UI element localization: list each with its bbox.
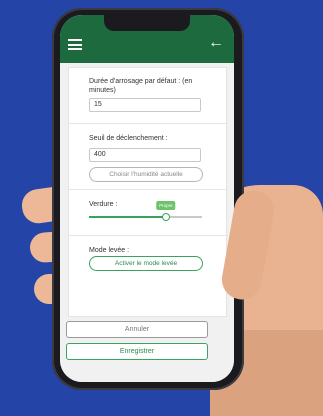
duration-input[interactable]: 15 xyxy=(89,98,201,112)
settings-content: Durée d'arrosage par défaut : (en minute… xyxy=(60,63,234,382)
arrow-left-icon[interactable]: ← xyxy=(208,35,224,51)
cancel-button[interactable]: Annuler xyxy=(66,321,208,338)
slider-thumb[interactable] xyxy=(161,213,170,221)
settings-card: Durée d'arrosage par défaut : (en minute… xyxy=(68,67,228,317)
threshold-section: Seuil de déclenchement : 400 Choisir l'h… xyxy=(69,124,228,190)
greenery-section: Verdure : Propre xyxy=(69,190,228,236)
greenery-label: Verdure : xyxy=(89,201,118,208)
activate-mode-button[interactable]: Activer le mode levée xyxy=(89,256,203,271)
save-button[interactable]: Enregistrer xyxy=(66,343,208,360)
choose-current-humidity-button[interactable]: Choisir l'humidité actuelle xyxy=(89,167,203,182)
phone-notch xyxy=(104,15,190,31)
phone-screen: ← Durée d'arrosage par défaut : (en minu… xyxy=(60,15,234,382)
mode-section: Mode levée : Activer le mode levée xyxy=(69,236,228,281)
duration-section: Durée d'arrosage par défaut : (en minute… xyxy=(69,68,228,124)
slider-value-bubble: Propre xyxy=(156,201,176,210)
menu-icon[interactable] xyxy=(68,39,82,50)
threshold-input[interactable]: 400 xyxy=(89,148,201,162)
threshold-label: Seuil de déclenchement : xyxy=(89,135,168,142)
duration-label: Durée d'arrosage par défaut : (en minute… xyxy=(89,78,193,94)
greenery-slider[interactable]: Propre xyxy=(89,201,202,221)
mode-label: Mode levée : xyxy=(89,247,130,254)
app-bar: ← xyxy=(60,15,234,63)
slider-fill xyxy=(89,216,166,218)
